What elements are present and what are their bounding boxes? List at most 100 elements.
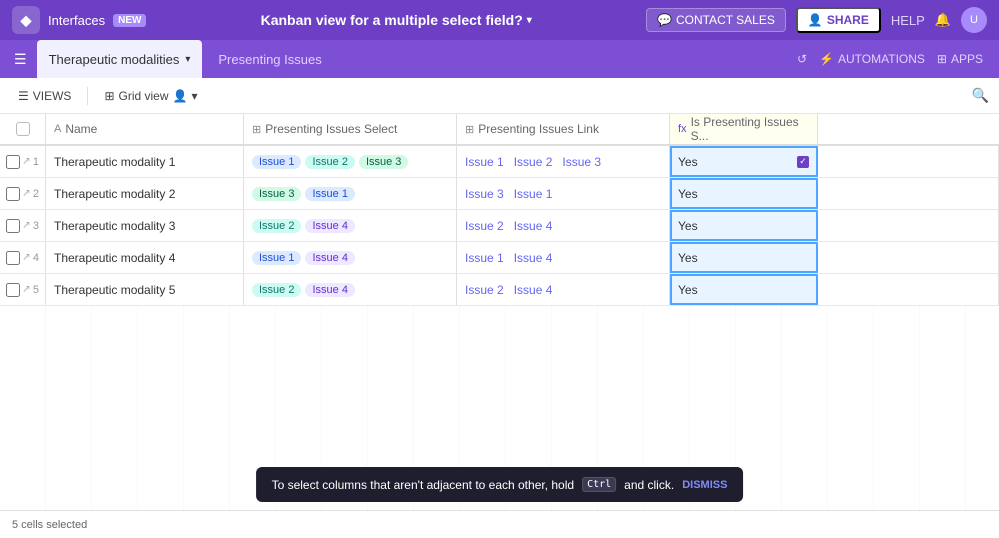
expand-row-icon[interactable]: ↗ <box>22 188 30 199</box>
table-row: ↗ 5 Therapeutic modality 5 Issue 2 Issue 4… <box>0 274 999 306</box>
page-title: Kanban view for a multiple select field?… <box>154 12 638 28</box>
cell-formula[interactable]: Yes <box>670 210 818 241</box>
row-checkbox[interactable] <box>6 155 20 169</box>
link-tag[interactable]: Issue 3 <box>465 187 504 201</box>
automations-button[interactable]: ⚡ AUTOMATIONS <box>819 52 925 66</box>
cell-link-tags[interactable]: Issue 2 Issue 4 <box>457 210 670 241</box>
cell-formula[interactable]: Yes <box>670 178 818 209</box>
select-tag: Issue 1 <box>305 187 354 201</box>
row-number: ↗ 3 <box>0 210 46 241</box>
cell-name[interactable]: Therapeutic modality 2 <box>46 178 244 209</box>
expand-row-icon[interactable]: ↗ <box>22 220 30 231</box>
select-all-checkbox[interactable] <box>16 122 30 136</box>
cell-link-tags[interactable]: Issue 2 Issue 4 <box>457 274 670 305</box>
tab-presenting-issues[interactable]: Presenting Issues <box>206 40 333 78</box>
toast-message2: and click. <box>624 478 674 492</box>
header-link-col[interactable]: ⊞ Presenting Issues Link <box>457 114 670 144</box>
tab-bar-left: ☰ Therapeutic modalities ▾ Presenting Is… <box>8 40 334 78</box>
table-row: ↗ 1 Therapeutic modality 1Issue 1Issue 2… <box>0 146 999 178</box>
row-number: ↗ 5 <box>0 274 46 305</box>
select-tag: Issue 3 <box>252 187 301 201</box>
link-tag[interactable]: Issue 2 <box>465 283 504 297</box>
user-avatar[interactable]: U <box>961 7 987 33</box>
toast-dismiss-button[interactable]: DISMISS <box>682 479 727 491</box>
expand-row-icon[interactable]: ↗ <box>22 156 30 167</box>
cell-select-tags[interactable]: Issue 3 Issue 1 <box>244 178 457 209</box>
users-icon: 👤 <box>173 89 188 103</box>
toast-message: To select columns that aren't adjacent t… <box>272 478 574 492</box>
table-row: ↗ 4 Therapeutic modality 4 Issue 1 Issue 4… <box>0 242 999 274</box>
header-select-col[interactable]: ⊞ Presenting Issues Select <box>244 114 457 144</box>
cell-extra <box>818 242 999 273</box>
grid-container: A Name ⊞ Presenting Issues Select ⊞ Pres… <box>0 114 999 510</box>
hamburger-button[interactable]: ☰ <box>8 47 33 72</box>
cell-formula[interactable]: Yes <box>670 242 818 273</box>
cell-select-tags[interactable]: Issue 2Issue 4 <box>244 210 457 241</box>
link-tag[interactable]: Issue 4 <box>514 219 553 233</box>
table-row: ↗ 2 Therapeutic modality 2 Issue 3 Issue 1… <box>0 178 999 210</box>
cell-select-tags[interactable]: Issue 1Issue 4 <box>244 242 457 273</box>
cell-link-tags[interactable]: Issue 1 Issue 2 Issue 3 <box>457 146 670 177</box>
status-bar: 5 cells selected <box>0 510 999 538</box>
table-row: ↗ 3 Therapeutic modality 3 Issue 2 Issue 4… <box>0 210 999 242</box>
cell-select-tags[interactable]: Issue 2Issue 4 <box>244 274 457 305</box>
app-logo[interactable]: ◆ <box>12 6 40 34</box>
title-dropdown-icon[interactable]: ▾ <box>527 15 532 26</box>
cell-link-tags[interactable]: Issue 3 Issue 1 <box>457 178 670 209</box>
link-tag[interactable]: Issue 2 <box>465 219 504 233</box>
row-checkbox[interactable] <box>6 283 20 297</box>
tab-dropdown-icon: ▾ <box>185 54 190 65</box>
select-tag: Issue 4 <box>305 251 354 265</box>
cell-select-tags[interactable]: Issue 1Issue 2Issue 3 <box>244 146 457 177</box>
expand-row-icon[interactable]: ↗ <box>22 284 30 295</box>
toast-notification: To select columns that aren't adjacent t… <box>256 467 744 502</box>
cell-link-tags[interactable]: Issue 1 Issue 4 <box>457 242 670 273</box>
cell-name[interactable]: Therapeutic modality 4 <box>46 242 244 273</box>
link-tag[interactable]: Issue 2 <box>514 155 553 169</box>
cell-name[interactable]: Therapeutic modality 1 <box>46 146 244 177</box>
cell-extra <box>818 274 999 305</box>
keyboard-hint: Ctrl <box>582 477 616 492</box>
grid-view-button[interactable]: ⊞ Grid view 👤 ▾ <box>96 85 205 107</box>
link-tag[interactable]: Issue 1 <box>465 155 504 169</box>
link-tag[interactable]: Issue 4 <box>514 283 553 297</box>
views-button[interactable]: ☰ VIEWS <box>10 85 79 107</box>
toolbar-divider <box>87 87 88 105</box>
grid-header: A Name ⊞ Presenting Issues Select ⊞ Pres… <box>0 114 999 146</box>
cell-formula[interactable]: Yes <box>670 274 818 305</box>
header-name-col[interactable]: A Name <box>46 114 244 144</box>
row-number: ↗ 4 <box>0 242 46 273</box>
help-button[interactable]: HELP <box>891 13 925 28</box>
row-checkbox[interactable] <box>6 251 20 265</box>
header-extra-col <box>818 114 999 144</box>
interfaces-label[interactable]: Interfaces <box>48 13 105 28</box>
formula-field-icon: fx <box>678 123 687 135</box>
cell-name[interactable]: Therapeutic modality 3 <box>46 210 244 241</box>
link-tag[interactable]: Issue 1 <box>465 251 504 265</box>
dropdown-arrow-icon: ▾ <box>191 89 197 103</box>
toolbar-right: 🔍 <box>214 87 990 104</box>
row-number: ↗ 2 <box>0 178 46 209</box>
header-checkbox-col[interactable] <box>0 114 46 144</box>
new-badge: NEW <box>113 14 146 27</box>
link-tag[interactable]: Issue 1 <box>514 187 553 201</box>
share-button[interactable]: 👤 SHARE <box>796 7 881 33</box>
name-type-icon: A <box>54 123 61 135</box>
cell-name[interactable]: Therapeutic modality 5 <box>46 274 244 305</box>
row-checkbox[interactable] <box>6 187 20 201</box>
contact-sales-button[interactable]: 💬 CONTACT SALES <box>646 8 786 32</box>
tab-therapeutic-modalities[interactable]: Therapeutic modalities ▾ <box>37 40 203 78</box>
notifications-icon[interactable]: 🔔 <box>935 12 951 28</box>
history-button[interactable]: ↺ <box>797 52 807 66</box>
select-tag: Issue 2 <box>252 219 301 233</box>
link-tag[interactable]: Issue 4 <box>514 251 553 265</box>
link-field-icon: ⊞ <box>465 123 474 136</box>
header-formula-col[interactable]: fx Is Presenting Issues S... <box>670 114 818 144</box>
apps-button[interactable]: ⊞ APPS <box>937 52 983 66</box>
search-button[interactable]: 🔍 <box>972 87 989 104</box>
expand-row-icon[interactable]: ↗ <box>22 252 30 263</box>
cell-formula[interactable]: Yes ✓ <box>670 146 818 177</box>
row-checkbox[interactable] <box>6 219 20 233</box>
top-nav: ◆ Interfaces NEW Kanban view for a multi… <box>0 0 999 40</box>
link-tag[interactable]: Issue 3 <box>562 155 601 169</box>
